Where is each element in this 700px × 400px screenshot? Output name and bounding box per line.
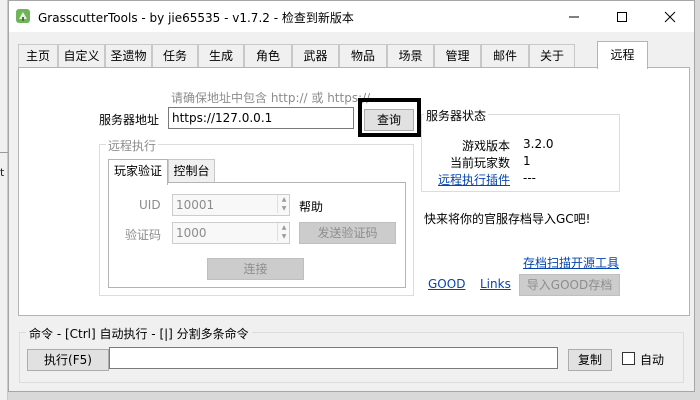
title-bar[interactable]: GrasscutterTools - by jie65535 - v1.7.2 … [9, 1, 694, 32]
spin-down-icon[interactable]: ▼ [278, 204, 290, 213]
tab-scenes[interactable]: 场景 [387, 44, 434, 68]
server-status-group: 服务器状态 游戏版本 3.2.0 当前玩家数 1 远程执行插件 --- [421, 107, 620, 192]
import-prompt: 快来将你的官服存档导入GC吧! [424, 212, 591, 226]
tab-weapons[interactable]: 武器 [292, 44, 339, 68]
game-version-label: 游戏版本 [462, 139, 511, 153]
tab-quests[interactable]: 任务 [152, 44, 198, 68]
window-title: GrasscutterTools - by jie65535 - v1.7.2 … [38, 11, 354, 25]
query-highlight-frame [358, 98, 421, 137]
spin-up-icon[interactable]: ▲ [278, 223, 290, 232]
copy-button[interactable]: 复制 [568, 349, 612, 371]
remote-execute-legend: 远程执行 [106, 137, 159, 154]
app-icon [16, 9, 30, 23]
server-status-legend: 服务器状态 [424, 107, 489, 124]
close-icon [664, 11, 676, 22]
background-edge-text: t [0, 166, 5, 179]
remote-tab-panel: 请确保地址中包含 http:// 或 https:// 服务器地址 https:… [18, 67, 690, 316]
spin-up-icon[interactable]: ▲ [278, 195, 290, 204]
player-count-value: 1 [523, 154, 531, 168]
uid-input[interactable]: 10001 [172, 194, 290, 216]
spin-down-icon[interactable]: ▼ [278, 232, 290, 241]
subtab-player-verify[interactable]: 玩家验证 [108, 159, 168, 185]
server-address-input[interactable]: https://127.0.0.1 [168, 107, 354, 129]
player-count-label: 当前玩家数 [450, 156, 511, 170]
import-good-button[interactable]: 导入GOOD存档 [519, 274, 620, 296]
minimize-icon [569, 16, 579, 17]
execute-button[interactable]: 执行(F5) [27, 349, 109, 371]
tab-remote[interactable]: 远程 [597, 41, 648, 69]
tab-artifacts[interactable]: 圣遗物 [105, 44, 152, 68]
subtab-console[interactable]: 控制台 [168, 159, 215, 182]
tab-characters[interactable]: 角色 [244, 44, 292, 68]
tab-items[interactable]: 物品 [339, 44, 387, 68]
tab-about[interactable]: 关于 [529, 44, 575, 68]
help-label: 帮助 [299, 200, 324, 214]
verify-code-input[interactable]: 1000 [172, 222, 290, 244]
tab-mail[interactable]: 邮件 [481, 44, 529, 68]
command-input[interactable] [109, 347, 558, 369]
send-code-button[interactable]: 发送验证码 [299, 222, 396, 244]
uid-spinner[interactable]: ▲ ▼ [277, 195, 290, 213]
command-group: 命令 - [Ctrl] 自动执行 - [|] 分割多条命令 执行(F5) 复制 … [19, 325, 684, 383]
good-link[interactable]: GOOD [428, 277, 465, 291]
server-address-label: 服务器地址 [99, 113, 160, 127]
remote-execute-group: 远程执行 玩家验证 控制台 UID 10001 ▲ ▼ 帮助 验证码 1000 ▲… [99, 137, 414, 296]
tab-home[interactable]: 主页 [18, 44, 58, 68]
maximize-icon [617, 11, 627, 22]
game-version-value: 3.2.0 [523, 137, 554, 151]
tab-manage[interactable]: 管理 [434, 44, 481, 68]
archive-scan-link[interactable]: 存档扫描开源工具 [523, 254, 619, 271]
tab-custom[interactable]: 自定义 [58, 44, 105, 68]
verify-code-label: 验证码 [125, 228, 162, 242]
maximize-button[interactable] [599, 1, 645, 32]
player-verify-panel: UID 10001 ▲ ▼ 帮助 验证码 1000 ▲ ▼ 发送验证码 连接 [108, 182, 406, 288]
close-button[interactable] [647, 1, 693, 32]
auto-execute-label: 自动 [640, 353, 665, 367]
background-window-edge [0, 0, 8, 400]
remote-plugin-value: --- [523, 171, 536, 185]
tab-spawn[interactable]: 生成 [198, 44, 244, 68]
background-divider [0, 152, 8, 153]
minimize-button[interactable] [551, 1, 597, 32]
auto-execute-checkbox[interactable] [622, 352, 635, 365]
connect-button[interactable]: 连接 [207, 258, 304, 280]
verify-code-spinner[interactable]: ▲ ▼ [277, 223, 290, 241]
command-legend: 命令 - [Ctrl] 自动执行 - [|] 分割多条命令 [26, 325, 252, 342]
server-address-hint: 请确保地址中包含 http:// 或 https:// [171, 91, 371, 105]
links-link[interactable]: Links [480, 277, 511, 291]
remote-plugin-link[interactable]: 远程执行插件 [438, 171, 510, 188]
uid-label: UID [139, 198, 161, 212]
main-window: GrasscutterTools - by jie65535 - v1.7.2 … [8, 0, 695, 392]
